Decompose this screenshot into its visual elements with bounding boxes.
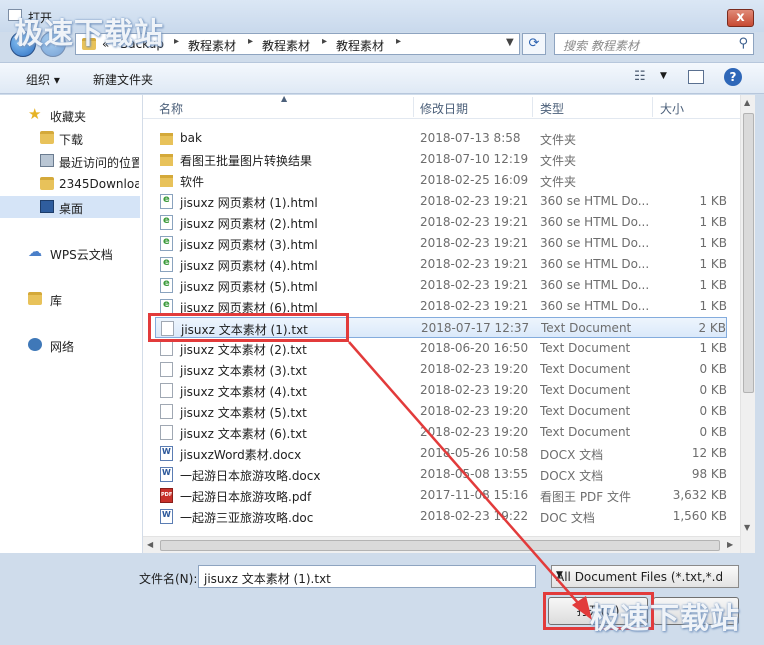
watermark-bottom: 极速下载站 xyxy=(590,601,741,635)
annotation-arrow xyxy=(348,341,592,620)
arrow-line xyxy=(348,341,587,613)
watermark-top: 极速下载站 xyxy=(14,16,165,50)
